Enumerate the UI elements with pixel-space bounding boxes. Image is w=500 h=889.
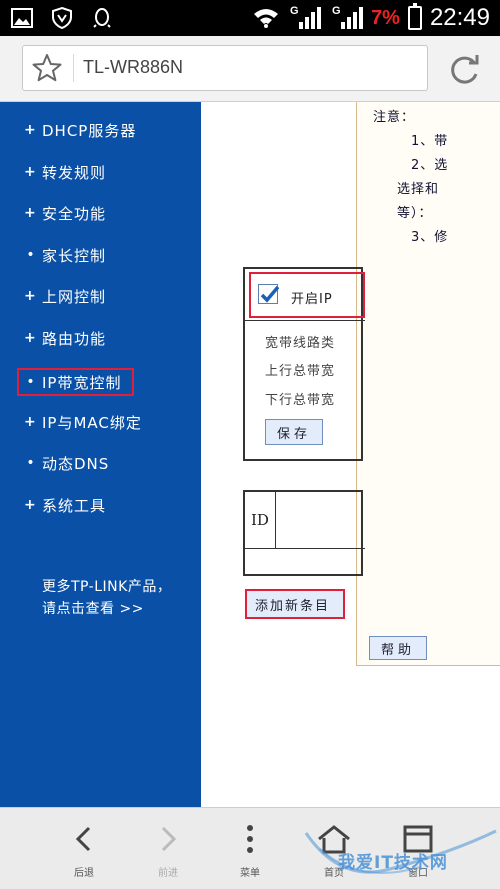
forward-label: 前进: [158, 868, 178, 879]
router-menu-sidebar: + DHCP服务器 + 转发规则 + 安全功能 • 家长控制 + 上网控制 + 路由功能 •…: [0, 102, 201, 807]
enable-label: 开启IP: [291, 292, 333, 307]
bullet-icon: •: [26, 455, 36, 471]
menu-item-label: 上网控制: [42, 287, 107, 306]
status-bar: G G 7% 22:49: [0, 0, 500, 36]
enable-checkbox[interactable]: [258, 284, 280, 304]
back-arrow-icon: [75, 826, 91, 852]
signal-icon: G: [332, 5, 364, 29]
address-bar: TL-WR886N: [0, 36, 500, 102]
menu-item-label: 转发规则: [42, 163, 107, 182]
promo-line: 请点击查看 >>: [42, 601, 144, 617]
back-label: 后退: [74, 868, 94, 879]
menu-item-ddns[interactable]: • 动态DNS: [24, 450, 109, 476]
enable-ip-bandwidth-row[interactable]: 开启IP: [249, 272, 365, 318]
settings-panel: 注意： 1、带 2、选 选择和 等）： 3、修: [356, 102, 500, 666]
watermark-text: 我爱IT技术网: [338, 853, 448, 873]
shield-icon: [52, 6, 72, 30]
menu-item-forwarding[interactable]: + 转发规则: [24, 159, 106, 185]
forward-arrow-icon: [161, 826, 177, 852]
expand-icon: +: [24, 330, 37, 346]
notes-heading: 注意：: [373, 110, 416, 125]
menu-dots-icon: [247, 825, 253, 853]
menu-item-ip-mac-binding[interactable]: + IP与MAC绑定: [24, 409, 142, 435]
menu-item-access-control[interactable]: + 上网控制: [24, 283, 106, 309]
refresh-icon[interactable]: [444, 50, 484, 90]
highlight-box: [17, 368, 134, 396]
note-line: 等）：: [397, 206, 433, 221]
note-line: 选择和: [397, 182, 440, 197]
bandwidth-rules-table: ID: [243, 490, 365, 576]
battery-icon: [407, 3, 422, 30]
menu-item-label: 家长控制: [42, 246, 107, 265]
menu-item-label: DHCP服务器: [42, 121, 137, 140]
expand-icon: +: [24, 288, 37, 304]
signal-icon: G: [290, 5, 322, 29]
promo-line: 更多TP-LINK产品，: [42, 579, 172, 595]
note-line: 1、带: [411, 134, 449, 149]
battery-percent: 7%: [371, 6, 400, 29]
forward-button[interactable]: 前进: [126, 808, 210, 889]
table-divider: [275, 492, 276, 548]
save-button[interactable]: 保存: [265, 419, 323, 445]
bullet-icon: •: [26, 247, 36, 263]
bookmark-star-icon[interactable]: [31, 52, 63, 84]
expand-icon: +: [24, 122, 37, 138]
back-button[interactable]: 后退: [42, 808, 126, 889]
menu-item-dhcp[interactable]: + DHCP服务器: [24, 117, 136, 143]
network-type-label: G: [332, 5, 341, 17]
menu-item-parental-control[interactable]: • 家长控制: [24, 242, 106, 268]
table-header-id: ID: [251, 511, 269, 529]
image-icon: [11, 8, 33, 28]
qq-penguin-icon: [93, 8, 111, 28]
expand-icon: +: [24, 414, 37, 430]
expand-icon: +: [24, 205, 37, 221]
menu-button[interactable]: 菜单: [208, 808, 292, 889]
note-line: 3、修: [411, 230, 449, 245]
add-new-entry-button[interactable]: 添加新条目: [245, 589, 345, 619]
checkmark-icon: [260, 285, 280, 303]
menu-item-label: 安全功能: [42, 204, 107, 223]
expand-icon: +: [24, 164, 37, 180]
menu-item-security[interactable]: + 安全功能: [24, 200, 106, 226]
network-type-label: G: [290, 5, 299, 17]
menu-item-system-tools[interactable]: + 系统工具: [24, 492, 106, 518]
line-type-label: 宽带线路类: [265, 336, 336, 351]
help-button[interactable]: 帮助: [369, 636, 427, 660]
bandwidth-settings-box: 开启IP 宽带线路类 上行总带宽 下行总带宽 保存: [243, 267, 365, 461]
menu-item-label: 动态DNS: [42, 454, 110, 473]
upload-total-label: 上行总带宽: [265, 364, 336, 379]
divider: [73, 54, 74, 82]
menu-label: 菜单: [240, 868, 260, 879]
wifi-icon: [254, 9, 279, 28]
more-products-link[interactable]: 更多TP-LINK产品， 请点击查看 >>: [42, 576, 171, 620]
menu-item-label: 路由功能: [42, 329, 107, 348]
table-divider: [245, 548, 365, 549]
url-field[interactable]: TL-WR886N: [22, 45, 428, 91]
main-content: 注意： 1、带 2、选 选择和 等）： 3、修 开启IP 宽带线路类 上行总带宽…: [201, 102, 500, 807]
note-line: 2、选: [411, 158, 449, 173]
url-text[interactable]: TL-WR886N: [83, 57, 183, 78]
download-total-label: 下行总带宽: [265, 393, 336, 408]
menu-item-routing[interactable]: + 路由功能: [24, 325, 106, 351]
divider: [245, 320, 365, 321]
notes-section: 注意： 1、带 2、选 选择和 等）： 3、修: [373, 106, 448, 250]
menu-item-label: IP与MAC绑定: [42, 413, 142, 432]
menu-item-label: 系统工具: [42, 496, 107, 515]
expand-icon: +: [24, 497, 37, 513]
clock: 22:49: [429, 4, 490, 31]
